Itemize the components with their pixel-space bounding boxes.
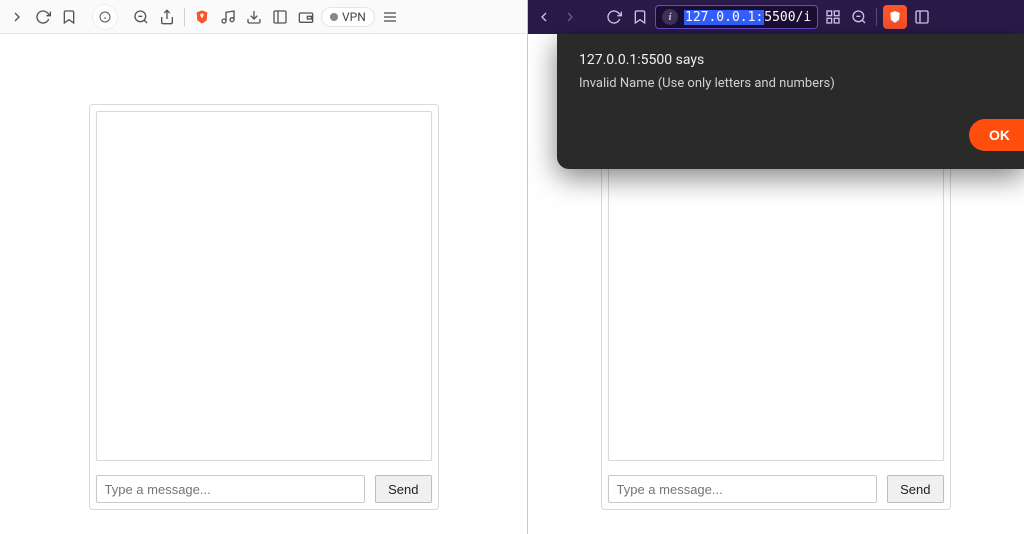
zoom-out-icon[interactable]: [130, 6, 152, 28]
dialog-ok-button[interactable]: OK: [969, 119, 1024, 151]
bookmark-icon[interactable]: [629, 6, 651, 28]
bookmark-icon[interactable]: [58, 6, 80, 28]
site-info-pill[interactable]: [92, 4, 118, 30]
send-button[interactable]: Send: [375, 475, 431, 503]
reload-icon[interactable]: [603, 6, 625, 28]
toolbar-separator: [876, 8, 877, 26]
vpn-label: VPN: [342, 10, 366, 24]
dialog-title: 127.0.0.1:5500 says: [579, 52, 1002, 68]
toolbar-separator: [184, 8, 185, 26]
brave-shield-icon[interactable]: [191, 6, 213, 28]
chat-log-textarea[interactable]: [96, 111, 432, 461]
vpn-status-dot-icon: [330, 13, 338, 21]
chat-input-row: Send: [96, 475, 432, 503]
chat-panel: Send: [89, 104, 439, 510]
vpn-button[interactable]: VPN: [321, 7, 375, 27]
chat-input-row: Send: [608, 475, 944, 503]
share-icon[interactable]: [156, 6, 178, 28]
sidebar-icon[interactable]: [269, 6, 291, 28]
sidebar-icon[interactable]: [911, 6, 933, 28]
js-alert-dialog: 127.0.0.1:5500 says Invalid Name (Use on…: [557, 34, 1024, 169]
zoom-out-icon[interactable]: [848, 6, 870, 28]
message-input[interactable]: [608, 475, 878, 503]
address-bar[interactable]: i 127.0.0.1:5500/i: [655, 5, 818, 29]
toolbar-light: VPN: [0, 0, 527, 34]
browser-window-left: VPN Send: [0, 0, 527, 534]
forward-icon: [559, 6, 581, 28]
toolbar-dark: i 127.0.0.1:5500/i: [527, 0, 1024, 34]
pane-divider: [527, 0, 528, 534]
forward-icon[interactable]: [6, 6, 28, 28]
message-input[interactable]: [96, 475, 366, 503]
send-button[interactable]: Send: [887, 475, 943, 503]
wallet-icon[interactable]: [295, 6, 317, 28]
brave-shield-icon[interactable]: [883, 5, 907, 29]
back-icon[interactable]: [533, 6, 555, 28]
dialog-button-row: OK: [579, 119, 1002, 151]
download-icon[interactable]: [243, 6, 265, 28]
reload-icon[interactable]: [32, 6, 54, 28]
browser-window-right: i 127.0.0.1:5500/i 127.0.0.1:5500 says I…: [527, 0, 1024, 534]
music-icon[interactable]: [217, 6, 239, 28]
apps-grid-icon[interactable]: [822, 6, 844, 28]
address-text: 127.0.0.1:5500/i: [684, 10, 811, 25]
site-info-icon[interactable]: i: [662, 9, 678, 25]
menu-icon[interactable]: [379, 6, 401, 28]
dialog-message: Invalid Name (Use only letters and numbe…: [579, 76, 1002, 91]
